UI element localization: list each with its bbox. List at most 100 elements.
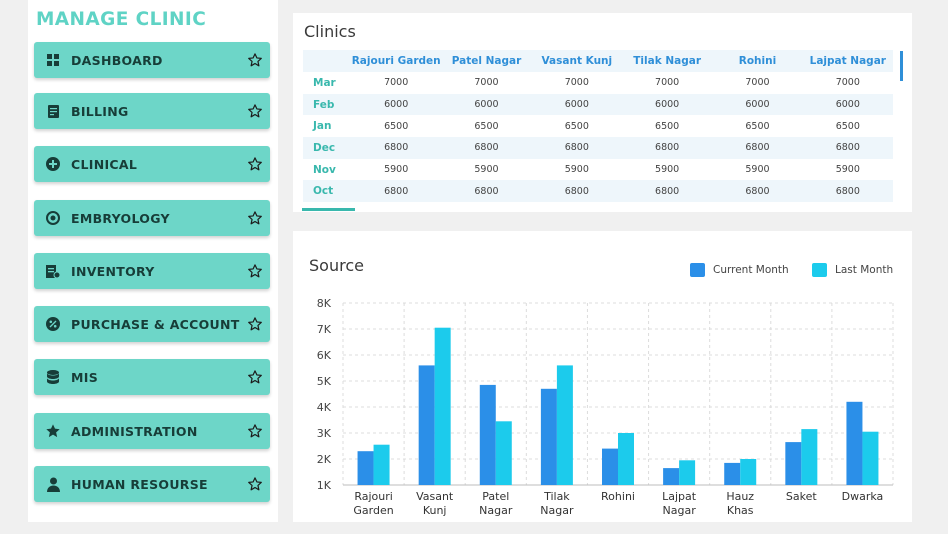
star-outline-icon[interactable] <box>247 103 263 119</box>
column-header[interactable]: Rohini <box>712 50 803 72</box>
table-cell: 6800 <box>712 180 803 203</box>
table-cell: 6800 <box>351 137 442 159</box>
star-filled-icon <box>45 423 61 439</box>
row-month: Feb <box>303 93 351 116</box>
table-cell: 7000 <box>621 72 713 94</box>
x-tick-label: Tilak <box>543 490 570 503</box>
column-header[interactable]: Tilak Nagar <box>621 50 713 72</box>
y-tick-label: 3K <box>317 427 332 440</box>
table-cell: 6000 <box>802 93 893 116</box>
x-tick-label: Dwarka <box>842 490 884 503</box>
table-cell: 6800 <box>621 180 713 203</box>
menu-label: ADMINISTRATION <box>71 423 198 439</box>
table-row: Feb 6000 6000 6000 6000 6000 6000 <box>303 93 893 116</box>
table-row: Dec 6800 6800 6800 6800 6800 6800 <box>303 137 893 159</box>
menu-item-billing[interactable]: BILLING <box>34 93 270 129</box>
y-tick-label: 6K <box>317 349 332 362</box>
column-header[interactable]: Rajouri Garden <box>351 50 442 72</box>
table-cell: 6000 <box>712 93 803 116</box>
table-cell: 6500 <box>712 115 803 138</box>
menu-item-administration[interactable]: ADMINISTRATION <box>34 413 270 449</box>
menu-item-inventory[interactable]: INVENTORY <box>34 253 270 289</box>
user-icon <box>45 476 61 492</box>
table-cell: 6000 <box>531 93 622 116</box>
row-month: Jan <box>303 115 351 138</box>
table-header-row: Rajouri Garden Patel Nagar Vasant Kunj T… <box>303 50 893 72</box>
table-cell: 7000 <box>441 72 532 94</box>
menu-label: PURCHASE & ACCOUNT <box>71 316 240 332</box>
bar-current-month <box>846 401 863 485</box>
column-header[interactable]: Lajpat Nagar <box>802 50 893 72</box>
bar-current-month <box>357 451 374 485</box>
x-tick-label: Kunj <box>423 504 447 517</box>
table-row: Mar 7000 7000 7000 7000 7000 7000 <box>303 72 893 94</box>
y-tick-label: 7K <box>317 323 332 336</box>
bar-current-month <box>602 448 618 485</box>
bar-last-month <box>740 459 757 485</box>
grid-icon <box>45 52 61 68</box>
star-outline-icon[interactable] <box>247 263 263 279</box>
menu-item-dashboard[interactable]: DASHBOARD <box>34 42 270 78</box>
horizontal-scrollbar[interactable] <box>302 208 355 211</box>
table-cell: 5900 <box>531 158 622 181</box>
y-tick-label: 1K <box>317 479 332 492</box>
table-cell: 5900 <box>802 158 893 181</box>
x-tick-label: Nagar <box>540 504 574 517</box>
column-header[interactable]: Vasant Kunj <box>531 50 622 72</box>
star-outline-icon[interactable] <box>247 156 263 172</box>
x-tick-label: Patel <box>482 490 509 503</box>
clinics-table: Rajouri Garden Patel Nagar Vasant Kunj T… <box>303 50 893 203</box>
bar-last-month <box>495 421 512 485</box>
table-cell: 7000 <box>351 72 442 94</box>
row-month: Mar <box>303 72 351 94</box>
menu-item-clinical[interactable]: CLINICAL <box>34 146 270 182</box>
clinics-table-wrap[interactable]: Rajouri Garden Patel Nagar Vasant Kunj T… <box>303 50 903 207</box>
bar-last-month <box>801 429 818 485</box>
y-tick-label: 4K <box>317 401 332 414</box>
table-cell: 6800 <box>712 137 803 159</box>
menu-item-embryology[interactable]: EMBRYOLOGY <box>34 200 270 236</box>
star-outline-icon[interactable] <box>247 423 263 439</box>
star-outline-icon[interactable] <box>247 369 263 385</box>
bar-last-month <box>618 433 634 485</box>
y-tick-label: 5K <box>317 375 332 388</box>
source-bar-chart: 1K 2K 3K 4K 5K 6K 7K 8K RajouriGarden VasantKunj P… <box>317 297 894 517</box>
vertical-scrollbar[interactable] <box>900 51 903 81</box>
table-cell: 6800 <box>531 180 622 203</box>
menu-item-human-resource[interactable]: HUMAN RESOURSE <box>34 466 270 502</box>
source-panel: Source Current Month Last Month 1K 2K 3K 4K… <box>293 231 912 522</box>
bar-last-month <box>373 444 390 485</box>
star-outline-icon[interactable] <box>247 210 263 226</box>
menu-label: BILLING <box>71 103 129 119</box>
table-cell: 6500 <box>802 115 893 138</box>
menu-item-mis[interactable]: MIS <box>34 359 270 395</box>
table-cell: 6800 <box>351 180 442 203</box>
star-outline-icon[interactable] <box>247 476 263 492</box>
star-outline-icon[interactable] <box>247 316 263 332</box>
table-cell: 6800 <box>531 137 622 159</box>
bar-current-month <box>540 388 557 485</box>
y-tick-label: 2K <box>317 453 332 466</box>
table-cell: 6000 <box>351 93 442 116</box>
percent-badge-icon <box>45 316 61 332</box>
x-tick-label: Vasant <box>416 490 454 503</box>
column-header[interactable]: Patel Nagar <box>441 50 532 72</box>
menu-label: MIS <box>71 369 98 385</box>
menu-item-purchase-account[interactable]: PURCHASE & ACCOUNT <box>34 306 270 342</box>
plus-circle-icon <box>45 156 61 172</box>
table-cell: 6800 <box>441 180 532 203</box>
table-cell: 5900 <box>712 158 803 181</box>
table-cell: 6000 <box>621 93 713 116</box>
x-tick-label: Rajouri <box>354 490 392 503</box>
clinics-panel: Clinics Rajouri Garden Patel Nagar Vasan… <box>293 13 912 212</box>
star-outline-icon[interactable] <box>247 52 263 68</box>
column-header <box>303 50 351 72</box>
receipt-icon <box>45 103 61 119</box>
table-cell: 7000 <box>712 72 803 94</box>
row-month: Nov <box>303 158 351 181</box>
sidebar: MANAGE CLINIC DASHBOARD BILLING CLINICAL… <box>28 0 278 522</box>
bar-current-month <box>418 365 435 485</box>
table-cell: 6800 <box>802 180 893 203</box>
database-icon <box>45 369 61 385</box>
row-month: Oct <box>303 180 351 203</box>
